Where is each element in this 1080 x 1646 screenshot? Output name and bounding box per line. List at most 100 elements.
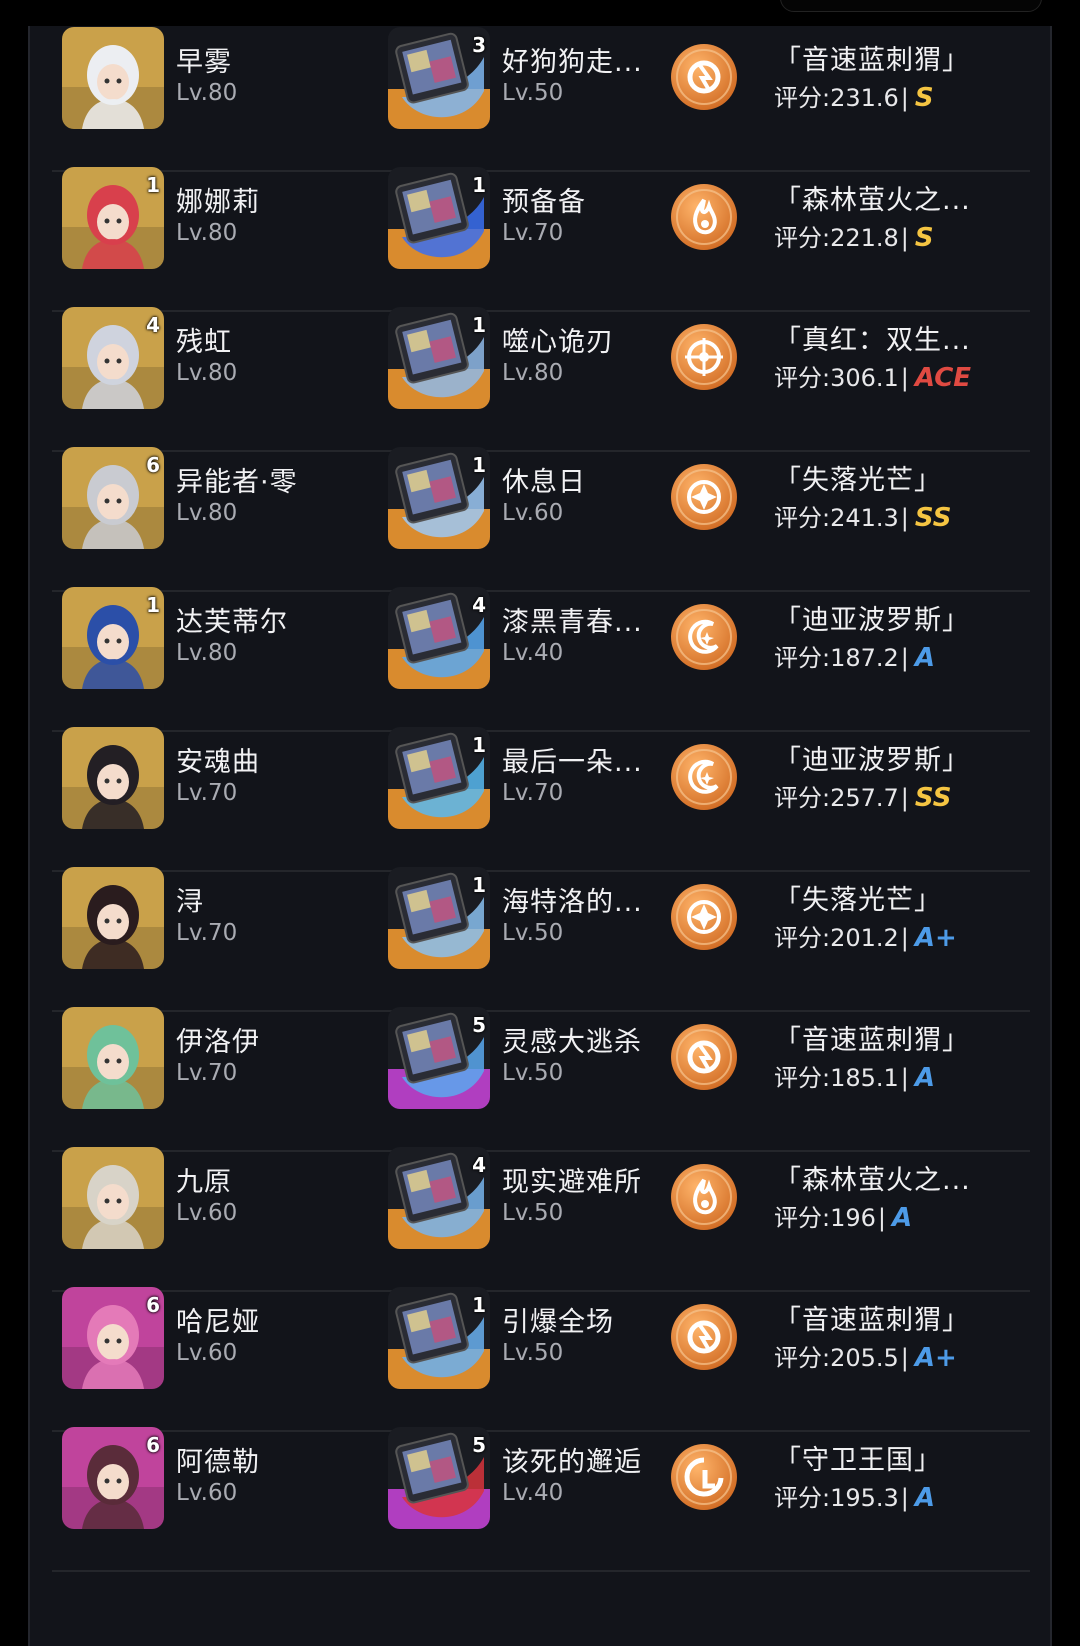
drive-set-name: 「失落光芒」 [774,885,942,916]
score-line: 评分:187.2| A [774,638,935,673]
weapon-refine-badge: 4 [472,593,486,617]
weapon-icon[interactable]: 1 [388,447,490,549]
weapon-icon[interactable]: 4 [388,1147,490,1249]
lightning-coin-icon[interactable] [669,42,739,112]
character-level: Lv.60 [176,1340,238,1366]
character-row[interactable]: 4 残虹 Lv.80 1 噬心诡刃 Lv.80 「真红：双生... 评分:306.1| ACE [52,306,1030,452]
weapon-level: Lv.60 [502,500,564,526]
score-line: 评分:201.2| A+ [774,918,957,953]
weapon-refine-badge: 4 [472,1153,486,1177]
character-row[interactable]: 1 达芙蒂尔 Lv.80 4 漆黑青春... Lv.40 「迪亚波罗斯」 评分:187.2| A [52,586,1030,732]
character-row[interactable]: 1 娜娜莉 Lv.80 1 预备备 Lv.70 「森林萤火之... 评分:221.8| S [52,166,1030,312]
character-row[interactable]: 浔 Lv.70 1 海特洛的... Lv.50 「失落光芒」 评分:201.2| A+ [52,866,1030,1012]
score-divider: | [900,924,909,952]
grade-badge: S [914,223,934,253]
weapon-icon[interactable]: 5 [388,1007,490,1109]
score-line: 评分:221.8| S [774,218,934,253]
weapon-icon[interactable]: 4 [388,587,490,689]
weapon-icon[interactable]: 1 [388,167,490,269]
character-name: 早雾 [176,47,232,78]
character-avatar[interactable] [62,1147,164,1249]
status-pill [780,0,1042,12]
character-name: 异能者·零 [176,467,298,498]
grade-badge: A+ [914,923,957,953]
character-avatar[interactable] [62,1007,164,1109]
weapon-icon[interactable]: 5 [388,1427,490,1529]
weapon-icon[interactable]: 1 [388,727,490,829]
character-name: 九原 [176,1167,232,1198]
character-level: Lv.80 [176,640,238,666]
weapon-refine-badge: 3 [472,33,486,57]
character-level: Lv.60 [176,1480,238,1506]
grade-badge: SS [914,503,952,533]
weapon-icon[interactable]: 1 [388,307,490,409]
character-row[interactable]: 安魂曲 Lv.70 1 最后一朵... Lv.70 「迪亚波罗斯」 评分:257.7| SS [52,726,1030,872]
weapon-icon[interactable]: 1 [388,1287,490,1389]
character-row[interactable]: 6 异能者·零 Lv.80 1 休息日 Lv.60 「失落光芒」 评分:241.3| SS [52,446,1030,592]
weapon-icon[interactable]: 1 [388,867,490,969]
score-line: 评分:241.3| SS [774,498,951,533]
weapon-name: 海特洛的... [502,887,643,918]
grade-badge: ACE [914,363,972,393]
score-value: 评分:306.1 [774,364,899,392]
weapon-icon[interactable]: 3 [388,27,490,129]
character-name: 伊洛伊 [176,1027,260,1058]
flame-coin-icon[interactable] [669,1162,739,1232]
drive-set-name: 「音速蓝刺猬」 [774,1025,970,1056]
weapon-level: Lv.80 [502,360,564,386]
row-divider [52,1570,1030,1572]
grade-badge: S [914,83,934,113]
character-name: 安魂曲 [176,747,260,778]
character-avatar[interactable] [62,27,164,129]
star-coin-icon[interactable] [669,462,739,532]
compass-coin-icon[interactable] [669,322,739,392]
build-list-panel[interactable]: 早雾 Lv.80 3 好狗狗走... Lv.50 「音速蓝刺猬」 评分:231.6| S 1 娜娜… [28,26,1052,1646]
weapon-name: 引爆全场 [502,1307,614,1338]
grade-badge: A [914,643,936,673]
weapon-name: 好狗狗走... [502,47,643,78]
score-line: 评分:185.1| A [774,1058,935,1093]
lightning-coin-icon[interactable] [669,1302,739,1372]
character-avatar[interactable]: 4 [62,307,164,409]
character-name: 阿德勒 [176,1447,260,1478]
avatar-rank-badge: 6 [146,453,160,477]
star-coin-icon[interactable] [669,882,739,952]
character-avatar[interactable]: 1 [62,587,164,689]
drive-set-name: 「音速蓝刺猬」 [774,45,970,76]
score-line: 评分:195.3| A [774,1478,935,1513]
weapon-refine-badge: 1 [472,173,486,197]
character-row[interactable]: 早雾 Lv.80 3 好狗狗走... Lv.50 「音速蓝刺猬」 评分:231.6| S [52,26,1030,172]
character-name: 达芙蒂尔 [176,607,288,638]
moon-coin-icon[interactable] [669,742,739,812]
character-name: 娜娜莉 [176,187,260,218]
character-level: Lv.60 [176,1200,238,1226]
weapon-level: Lv.50 [502,1200,564,1226]
weapon-level: Lv.70 [502,780,564,806]
character-avatar[interactable]: 6 [62,1287,164,1389]
score-value: 评分:257.7 [774,784,899,812]
score-divider: | [900,784,909,812]
character-name: 残虹 [176,327,232,358]
character-avatar[interactable]: 6 [62,447,164,549]
score-line: 评分:257.7| SS [774,778,951,813]
moon-coin-icon[interactable] [669,602,739,672]
shield-coin-icon[interactable] [669,1442,739,1512]
score-divider: | [900,644,909,672]
character-row[interactable]: 伊洛伊 Lv.70 5 灵感大逃杀 Lv.50 「音速蓝刺猬」 评分:185.1| A [52,1006,1030,1152]
avatar-rank-badge: 1 [146,173,160,197]
weapon-level: Lv.50 [502,1340,564,1366]
character-avatar[interactable] [62,867,164,969]
character-avatar[interactable] [62,727,164,829]
weapon-refine-badge: 1 [472,313,486,337]
score-line: 评分:306.1| ACE [774,358,971,393]
flame-coin-icon[interactable] [669,182,739,252]
character-row[interactable]: 九原 Lv.60 4 现实避难所 Lv.50 「森林萤火之... 评分:196| A [52,1146,1030,1292]
character-name: 浔 [176,887,204,918]
character-row[interactable]: 6 阿德勒 Lv.60 5 该死的邂逅 Lv.40 「守卫王国」 评分:195.3| A [52,1426,1030,1572]
character-row[interactable]: 6 哈尼娅 Lv.60 1 引爆全场 Lv.50 「音速蓝刺猬」 评分:205.5| A+ [52,1286,1030,1432]
character-avatar[interactable]: 1 [62,167,164,269]
avatar-rank-badge: 4 [146,313,160,337]
character-avatar[interactable]: 6 [62,1427,164,1529]
lightning-coin-icon[interactable] [669,1022,739,1092]
weapon-level: Lv.40 [502,1480,564,1506]
